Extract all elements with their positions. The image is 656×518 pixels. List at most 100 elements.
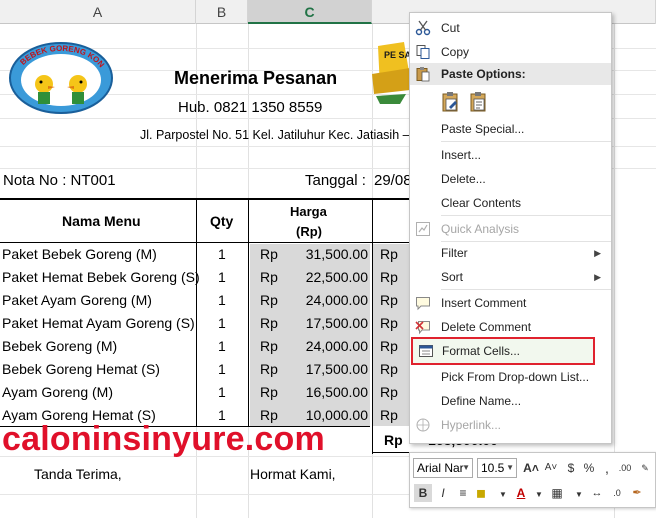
menu-item-quick-analysis[interactable]: Quick Analysis <box>410 217 611 241</box>
row-menu: Paket Hemat Ayam Goreng (S) <box>2 315 195 331</box>
menu-item-clear-contents[interactable]: Clear Contents <box>410 191 611 215</box>
menu-label: Delete Comment <box>441 320 532 334</box>
font-name-value: Arial Nar <box>417 461 464 475</box>
menu-item-insert[interactable]: Insert... <box>410 143 611 167</box>
menu-item-delete[interactable]: Delete... <box>410 167 611 191</box>
column-header-a[interactable]: A <box>0 0 196 24</box>
table-border <box>196 198 197 426</box>
row-currency-d: Rp <box>380 361 398 377</box>
comma-style-icon[interactable]: , <box>598 459 616 477</box>
row-price: 16,500.00 <box>305 384 368 400</box>
bold-button[interactable]: B <box>414 484 432 502</box>
currency-format-icon[interactable]: $ <box>562 459 580 477</box>
secondary-logo: PE SAM <box>372 42 410 104</box>
tanda-terima: Tanda Terima, <box>34 466 122 482</box>
context-menu: Cut Copy Paste Options: Paste Special...… <box>409 12 612 444</box>
dropdown-arrow-icon[interactable]: ▼ <box>494 484 512 502</box>
menu-label: Copy <box>441 45 470 59</box>
column-header-c[interactable]: C <box>248 0 372 24</box>
menu-item-paste-special[interactable]: Paste Special... <box>410 117 611 141</box>
increase-decimal-icon[interactable]: .00 <box>616 459 634 477</box>
total-currency: Rp <box>384 432 403 448</box>
submenu-arrow-icon: ▶ <box>594 248 601 258</box>
quick-analysis-icon <box>416 222 430 236</box>
italic-button[interactable]: I <box>434 484 452 502</box>
paintbrush-icon[interactable]: ✒ <box>628 484 646 502</box>
row-menu: Paket Bebek Goreng (M) <box>2 246 157 262</box>
row-currency-d: Rp <box>380 407 398 423</box>
table-border <box>372 198 373 454</box>
nota-number: Nota No : NT001 <box>3 172 116 189</box>
menu-label: Hyperlink... <box>441 418 502 432</box>
menu-label: Define Name... <box>441 394 522 408</box>
font-name-box[interactable]: Arial Nar ▼ <box>413 458 473 478</box>
menu-separator <box>441 289 611 290</box>
insert-comment-icon <box>416 297 430 311</box>
row-currency: Rp <box>260 292 278 308</box>
format-cells-icon <box>419 345 433 357</box>
menu-separator <box>441 215 611 216</box>
row-price: 17,500.00 <box>305 361 368 377</box>
menu-label: Quick Analysis <box>441 222 520 236</box>
menu-item-delete-comment[interactable]: Delete Comment <box>410 315 611 339</box>
menu-item-pick-dropdown[interactable]: Pick From Drop-down List... <box>410 365 611 389</box>
secondary-logo-text: PE SAM <box>384 50 410 60</box>
alignment-icon[interactable]: ≡ <box>454 484 472 502</box>
menu-item-copy[interactable]: Copy <box>410 40 611 64</box>
delete-comment-icon <box>415 321 430 335</box>
merge-center-icon[interactable]: ↔ <box>588 484 606 502</box>
menu-separator <box>441 141 611 142</box>
menu-item-format-cells[interactable]: Format Cells... <box>411 337 595 365</box>
row-menu: Bebek Goreng (M) <box>2 338 118 354</box>
row-currency: Rp <box>260 315 278 331</box>
menu-label: Pick From Drop-down List... <box>441 370 590 384</box>
row-qty: 1 <box>218 315 226 331</box>
menu-paste-options-header: Paste Options: <box>410 63 611 85</box>
row-qty: 1 <box>218 292 226 308</box>
menu-item-hyperlink[interactable]: Hyperlink... <box>410 413 611 437</box>
scissors-icon <box>415 20 431 36</box>
row-currency: Rp <box>260 269 278 285</box>
row-currency: Rp <box>260 384 278 400</box>
row-menu: Paket Ayam Goreng (M) <box>2 292 152 308</box>
menu-item-cut[interactable]: Cut <box>410 16 611 40</box>
fill-color-icon[interactable]: ◼ <box>472 484 490 502</box>
bebek-goreng-logo: BEBEK GORENG KONDANG <box>8 40 113 114</box>
column-header-b[interactable]: B <box>196 0 248 24</box>
increase-font-icon[interactable]: A˄ <box>522 459 540 477</box>
row-price: 31,500.00 <box>305 246 368 262</box>
menu-label: Filter <box>441 246 468 260</box>
row-currency-d: Rp <box>380 292 398 308</box>
shop-phone: Hub. 0821 1350 8559 <box>178 99 323 116</box>
paste-formatting-icon[interactable] <box>440 91 462 113</box>
shop-title: Menerima Pesanan <box>174 68 338 88</box>
menu-item-insert-comment[interactable]: Insert Comment <box>410 291 611 315</box>
row-qty: 1 <box>218 338 226 354</box>
copy-icon <box>416 45 430 59</box>
menu-label: Insert... <box>441 148 482 162</box>
font-size-value: 10.5 <box>481 461 505 475</box>
menu-item-sort[interactable]: Sort ▶ <box>410 265 611 289</box>
font-size-box[interactable]: 10.5 ▼ <box>477 458 517 478</box>
menu-label: Paste Special... <box>441 122 525 136</box>
table-border <box>372 452 410 453</box>
borders-icon[interactable]: ▦ <box>548 484 566 502</box>
menu-item-filter[interactable]: Filter ▶ <box>410 241 611 265</box>
col-nama-menu: Nama Menu <box>62 213 141 229</box>
dropdown-arrow-icon[interactable]: ▼ <box>570 484 588 502</box>
table-border <box>0 198 410 200</box>
percent-icon[interactable]: % <box>580 459 598 477</box>
decrease-decimal-icon[interactable]: .0 <box>608 484 626 502</box>
row-menu: Bebek Goreng Hemat (S) <box>2 361 160 377</box>
menu-label: Delete... <box>441 172 486 186</box>
paste-icon[interactable] <box>468 91 490 113</box>
font-color-icon[interactable]: A <box>512 484 530 502</box>
decrease-font-icon[interactable]: A˅ <box>542 459 560 477</box>
format-painter-icon[interactable]: ✎ <box>636 459 654 477</box>
dropdown-arrow-icon: ▼ <box>462 463 470 472</box>
row-currency-d: Rp <box>380 246 398 262</box>
submenu-arrow-icon: ▶ <box>594 272 601 282</box>
menu-item-define-name[interactable]: Define Name... <box>410 389 611 413</box>
row-menu: Paket Hemat Bebek Goreng (S) <box>2 269 200 285</box>
dropdown-arrow-icon[interactable]: ▼ <box>530 484 548 502</box>
